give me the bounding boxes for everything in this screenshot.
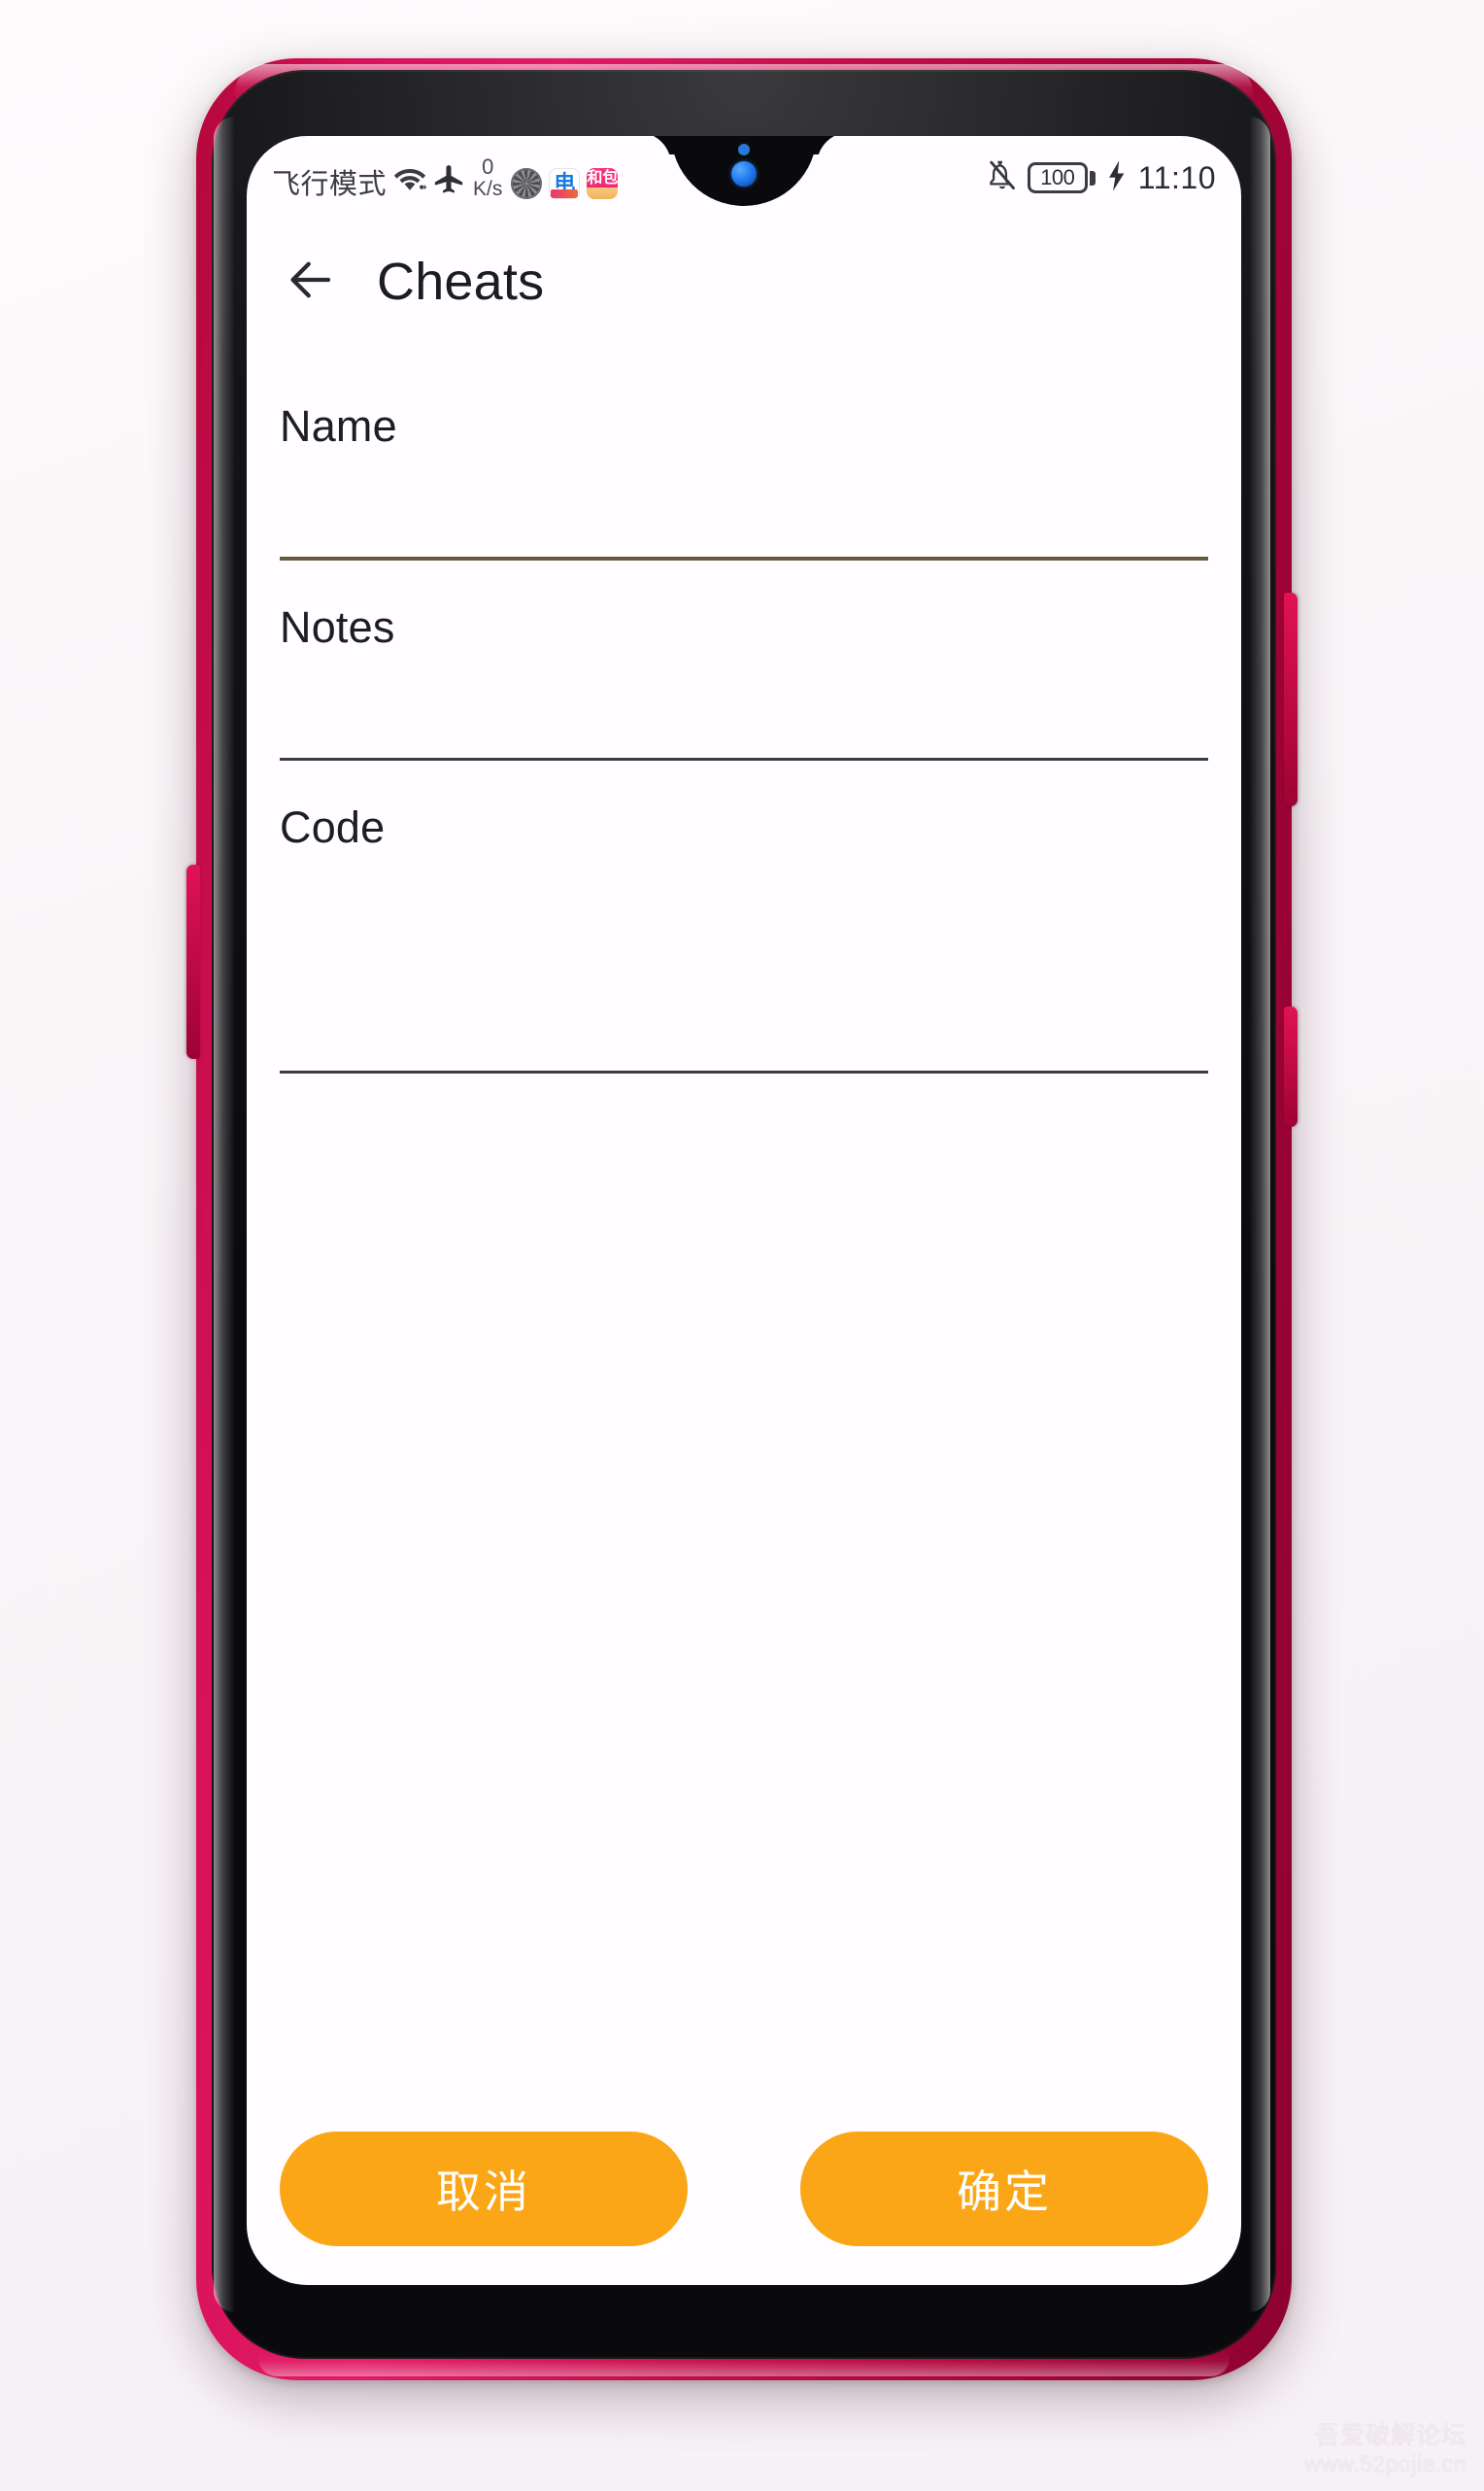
network-status-label: 飞行模式 — [272, 169, 388, 200]
field-notes: Notes — [280, 561, 1208, 761]
page-title: Cheats — [377, 253, 545, 311]
network-speed-value: 0 — [482, 154, 494, 179]
battery-percent-label: 100 — [1040, 165, 1075, 189]
front-camera-icon — [731, 161, 757, 187]
status-bar-clock: 11:10 — [1137, 159, 1216, 195]
cancel-button[interactable]: 取消 — [280, 2132, 688, 2246]
airplane-mode-icon — [433, 163, 464, 199]
battery-indicator: 100 — [1027, 162, 1096, 193]
field-name: Name — [280, 359, 1208, 561]
field-code: Code — [280, 761, 1208, 1074]
status-bar-left: 飞行模式 0 K/s 电 和包 — [272, 154, 619, 200]
back-button[interactable] — [276, 247, 346, 317]
code-input[interactable] — [280, 849, 1208, 1071]
notch-sensor-dot — [738, 144, 750, 155]
action-button-row: 取消 确定 — [247, 2132, 1241, 2246]
sports-ball-app-icon — [511, 168, 543, 199]
notes-input[interactable] — [280, 649, 1208, 758]
back-arrow-icon — [285, 254, 337, 311]
he-bao-wallet-glyph: 和包 — [587, 170, 619, 187]
code-input-underline — [280, 1071, 1208, 1074]
field-name-label: Name — [280, 401, 397, 451]
confirm-button[interactable]: 确定 — [800, 2132, 1208, 2246]
he-bao-wallet-app-icon: 和包 — [587, 168, 619, 199]
network-speed-unit: K/s — [473, 178, 503, 200]
name-input[interactable] — [280, 448, 1208, 557]
bell-off-icon — [987, 159, 1018, 197]
network-speed-indicator: 0 K/s — [473, 154, 503, 200]
battery-cap — [1089, 170, 1096, 186]
phone-screen: 飞行模式 0 K/s 电 和包 100 11:10 Cheats Name No… — [247, 136, 1241, 2285]
app-bar: Cheats — [247, 220, 1241, 344]
battery-shell: 100 — [1027, 162, 1088, 193]
volume-side-button[interactable] — [186, 865, 200, 1059]
field-notes-label: Notes — [280, 602, 395, 652]
cheat-form: Name Notes Code — [247, 359, 1241, 1074]
china-telecom-app-icon: 电 — [549, 168, 581, 199]
wifi-icon — [393, 165, 427, 199]
china-telecom-banner — [551, 189, 579, 198]
assistant-side-button[interactable] — [1284, 1007, 1298, 1127]
status-bar-right: 100 11:10 — [987, 159, 1216, 197]
charging-bolt-icon — [1105, 159, 1129, 197]
power-side-button[interactable] — [1284, 593, 1298, 806]
field-code-label: Code — [280, 802, 386, 852]
